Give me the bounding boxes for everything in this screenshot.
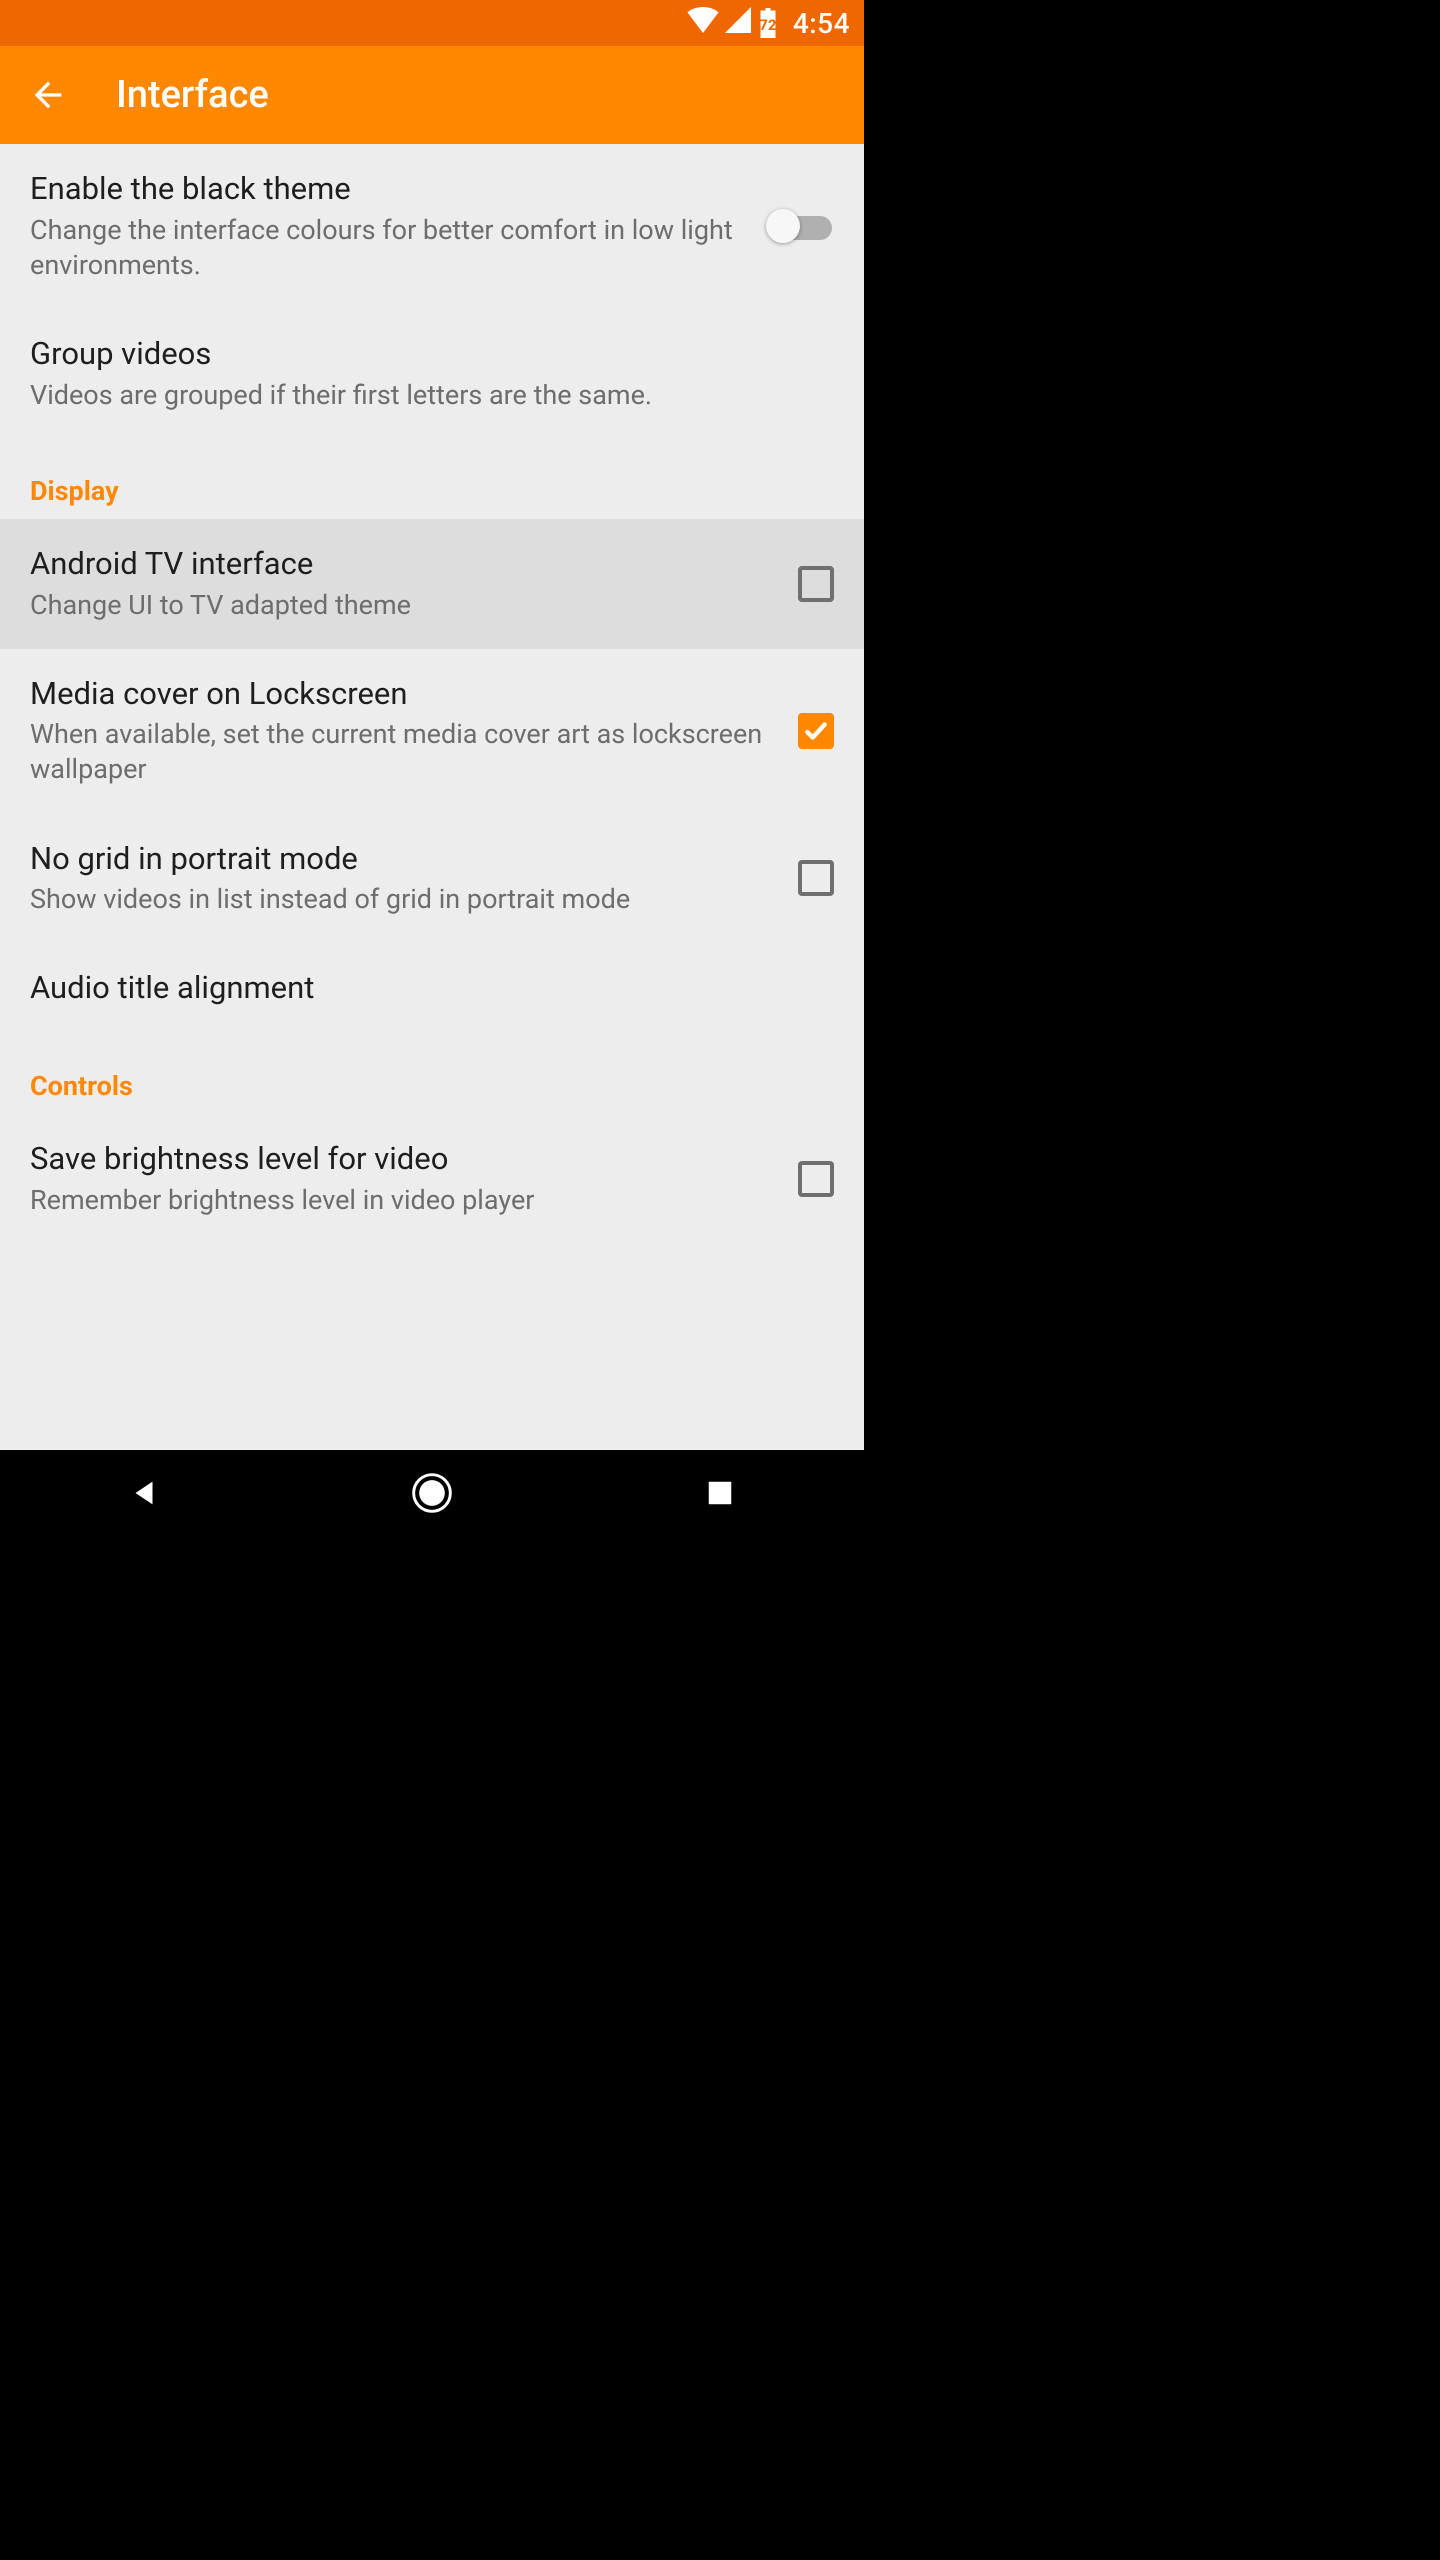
settings-list: Enable the black theme Change the interf…	[0, 144, 864, 1450]
android-tv-checkbox[interactable]	[798, 566, 834, 602]
battery-icon: 72	[757, 8, 779, 38]
section-display-header: Display	[0, 439, 864, 519]
app-bar: Interface	[0, 46, 864, 144]
navigation-bar	[0, 1450, 864, 1536]
nav-recent-button[interactable]	[660, 1463, 780, 1523]
nav-home-button[interactable]	[372, 1463, 492, 1523]
setting-title: Enable the black theme	[30, 170, 752, 209]
setting-media-cover[interactable]: Media cover on Lockscreen When available…	[0, 649, 864, 814]
setting-audio-alignment[interactable]: Audio title alignment	[0, 943, 864, 1034]
setting-title: Android TV interface	[30, 545, 782, 584]
setting-black-theme[interactable]: Enable the black theme Change the interf…	[0, 144, 864, 309]
status-bar: 72 4:54	[0, 0, 864, 46]
setting-subtitle: Remember brightness level in video playe…	[30, 1183, 782, 1218]
setting-save-brightness[interactable]: Save brightness level for video Remember…	[0, 1114, 864, 1218]
setting-title: Group videos	[30, 335, 818, 374]
setting-no-grid[interactable]: No grid in portrait mode Show videos in …	[0, 814, 864, 944]
media-cover-checkbox[interactable]	[798, 713, 834, 749]
setting-group-videos[interactable]: Group videos Videos are grouped if their…	[0, 309, 864, 439]
nav-back-button[interactable]	[84, 1463, 204, 1523]
setting-subtitle: Change UI to TV adapted theme	[30, 588, 782, 623]
back-button[interactable]	[24, 71, 72, 119]
black-theme-switch[interactable]	[768, 208, 834, 244]
page-title: Interface	[116, 73, 269, 117]
cellular-icon	[725, 7, 751, 40]
no-grid-checkbox[interactable]	[798, 860, 834, 896]
status-clock: 4:54	[793, 7, 850, 40]
wifi-icon	[687, 7, 719, 40]
setting-title: Audio title alignment	[30, 969, 818, 1008]
setting-subtitle: Show videos in list instead of grid in p…	[30, 882, 782, 917]
setting-subtitle: When available, set the current media co…	[30, 717, 782, 787]
setting-title: No grid in portrait mode	[30, 840, 782, 879]
setting-title: Media cover on Lockscreen	[30, 675, 782, 714]
save-brightness-checkbox[interactable]	[798, 1161, 834, 1197]
section-controls-header: Controls	[0, 1034, 864, 1114]
setting-subtitle: Videos are grouped if their first letter…	[30, 378, 818, 413]
setting-android-tv[interactable]: Android TV interface Change UI to TV ada…	[0, 519, 864, 649]
setting-subtitle: Change the interface colours for better …	[30, 213, 752, 283]
setting-title: Save brightness level for video	[30, 1140, 782, 1179]
